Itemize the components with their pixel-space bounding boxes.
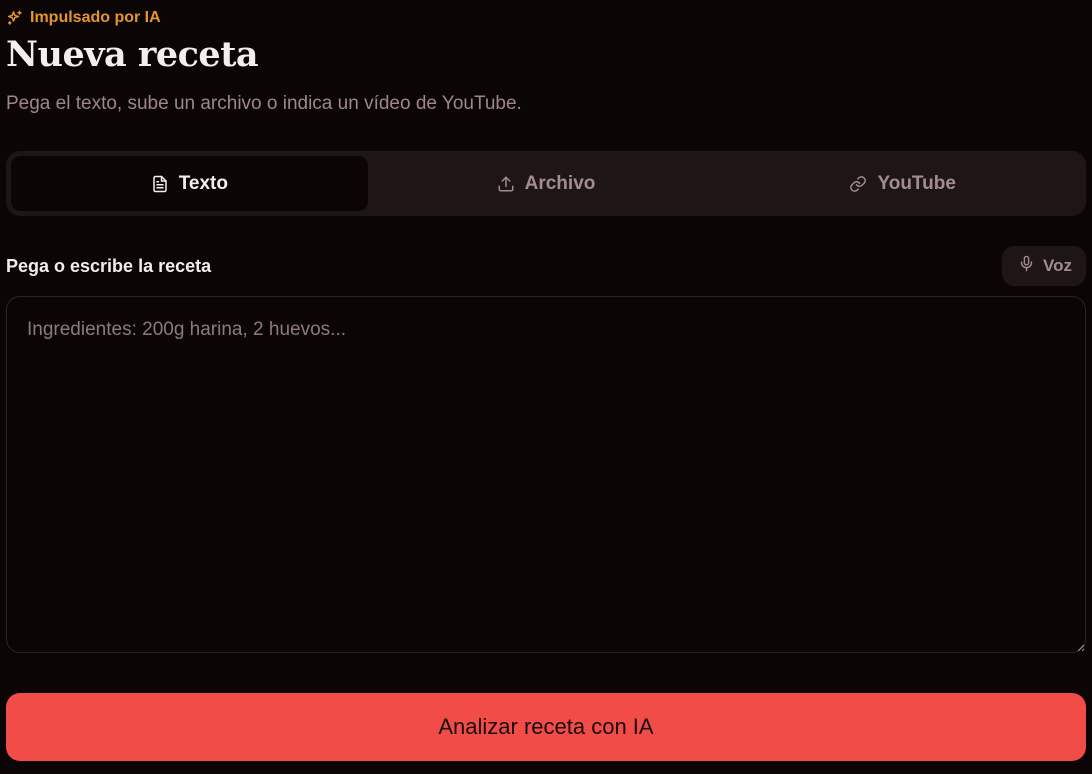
analyze-recipe-button[interactable]: Analizar receta con IA (6, 693, 1086, 761)
link-icon (849, 175, 867, 193)
recipe-field-label: Pega o escribe la receta (6, 255, 212, 276)
recipe-textarea[interactable] (6, 296, 1086, 653)
ai-badge-label: Impulsado por IA (30, 9, 161, 26)
voice-input-button[interactable]: Voz (1002, 246, 1086, 286)
tab-label: Texto (178, 172, 228, 194)
page-title: Nueva receta (6, 34, 259, 75)
file-text-icon (151, 175, 169, 193)
tab-youtube[interactable]: YouTube (724, 156, 1081, 211)
tab-label: Archivo (524, 172, 596, 194)
upload-icon (497, 175, 515, 193)
page-subtitle: Pega el texto, sube un archivo o indica … (6, 93, 522, 114)
tab-label: YouTube (877, 172, 956, 194)
tab-archivo[interactable]: Archivo (368, 156, 725, 211)
input-mode-tabs: Texto Archivo YouTube (6, 151, 1086, 216)
recipe-field-header: Pega o escribe la receta Voz (6, 246, 1086, 286)
new-recipe-page: Impulsado por IA Nueva receta Pega el te… (0, 0, 1092, 774)
voice-button-label: Voz (1043, 256, 1072, 275)
sparkles-icon (6, 9, 24, 27)
microphone-icon (1018, 255, 1035, 277)
tab-texto[interactable]: Texto (11, 156, 368, 211)
ai-badge: Impulsado por IA (6, 9, 161, 27)
